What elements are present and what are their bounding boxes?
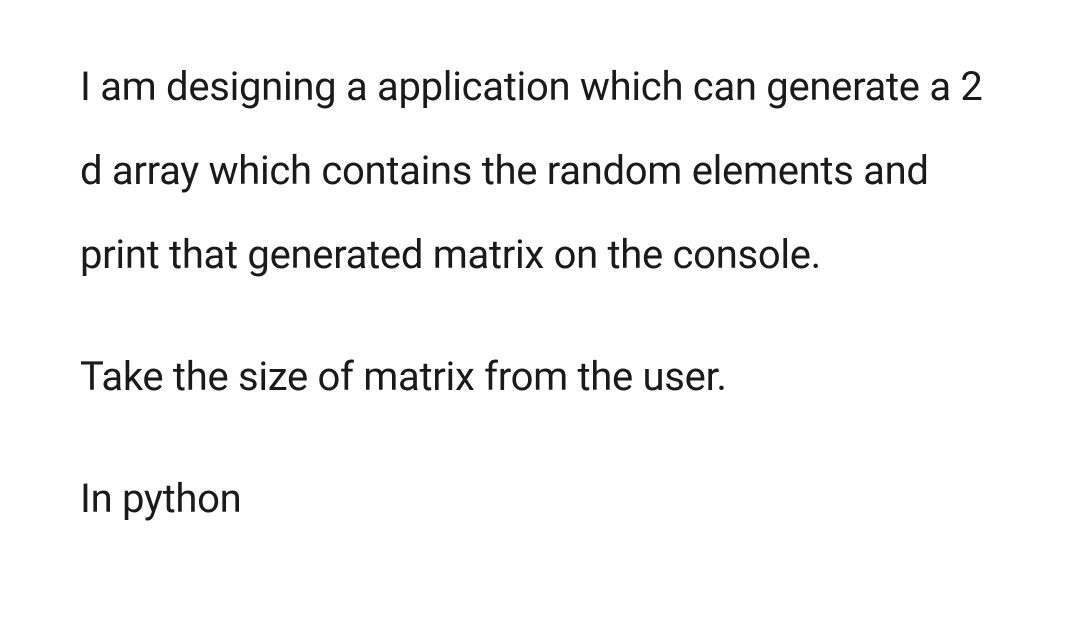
document-content: I am designing a application which can g… (80, 45, 1000, 541)
paragraph-2: Take the size of matrix from the user. (80, 335, 1000, 419)
paragraph-1: I am designing a application which can g… (80, 45, 1000, 297)
paragraph-3: In python (80, 457, 1000, 541)
